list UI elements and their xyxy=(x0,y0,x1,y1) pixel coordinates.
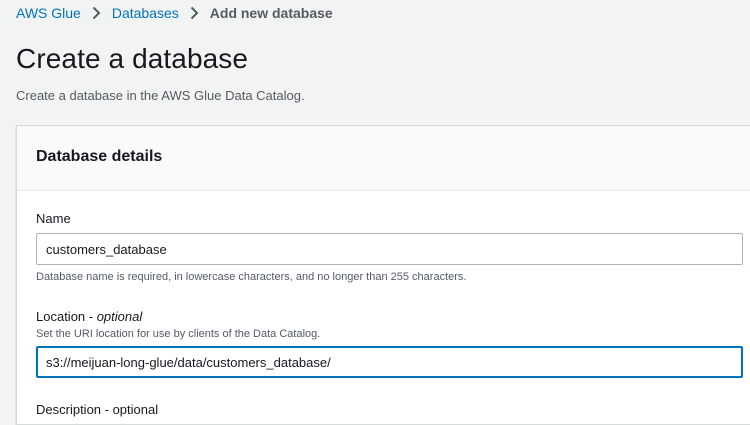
location-label-text: Location - xyxy=(36,309,97,324)
breadcrumb-current: Add new database xyxy=(209,5,333,21)
page-title: Create a database xyxy=(16,43,249,74)
name-hint: Database name is required, in lowercase … xyxy=(36,271,467,283)
chevron-right-icon xyxy=(190,6,199,20)
name-label: Name xyxy=(36,211,71,226)
panel-title: Database details xyxy=(36,148,163,165)
location-hint: Set the URI location for use by clients … xyxy=(36,328,321,340)
database-details-panel: Database details Name customers_database… xyxy=(16,125,750,425)
location-label: Location - optional xyxy=(36,309,142,324)
page-description: Create a database in the AWS Glue Data C… xyxy=(16,88,305,103)
name-input[interactable]: customers_database xyxy=(36,233,743,265)
chevron-right-icon xyxy=(92,6,101,20)
breadcrumb: AWS Glue Databases Add new database xyxy=(16,3,333,23)
description-label: Description - optional xyxy=(36,402,159,417)
panel-header: Database details xyxy=(17,126,750,191)
breadcrumb-aws-glue[interactable]: AWS Glue xyxy=(16,5,81,21)
location-input[interactable]: s3://meijuan-long-glue/data/customers_da… xyxy=(36,346,743,378)
breadcrumb-databases[interactable]: Databases xyxy=(112,5,179,21)
optional-tag: optional xyxy=(96,309,143,324)
